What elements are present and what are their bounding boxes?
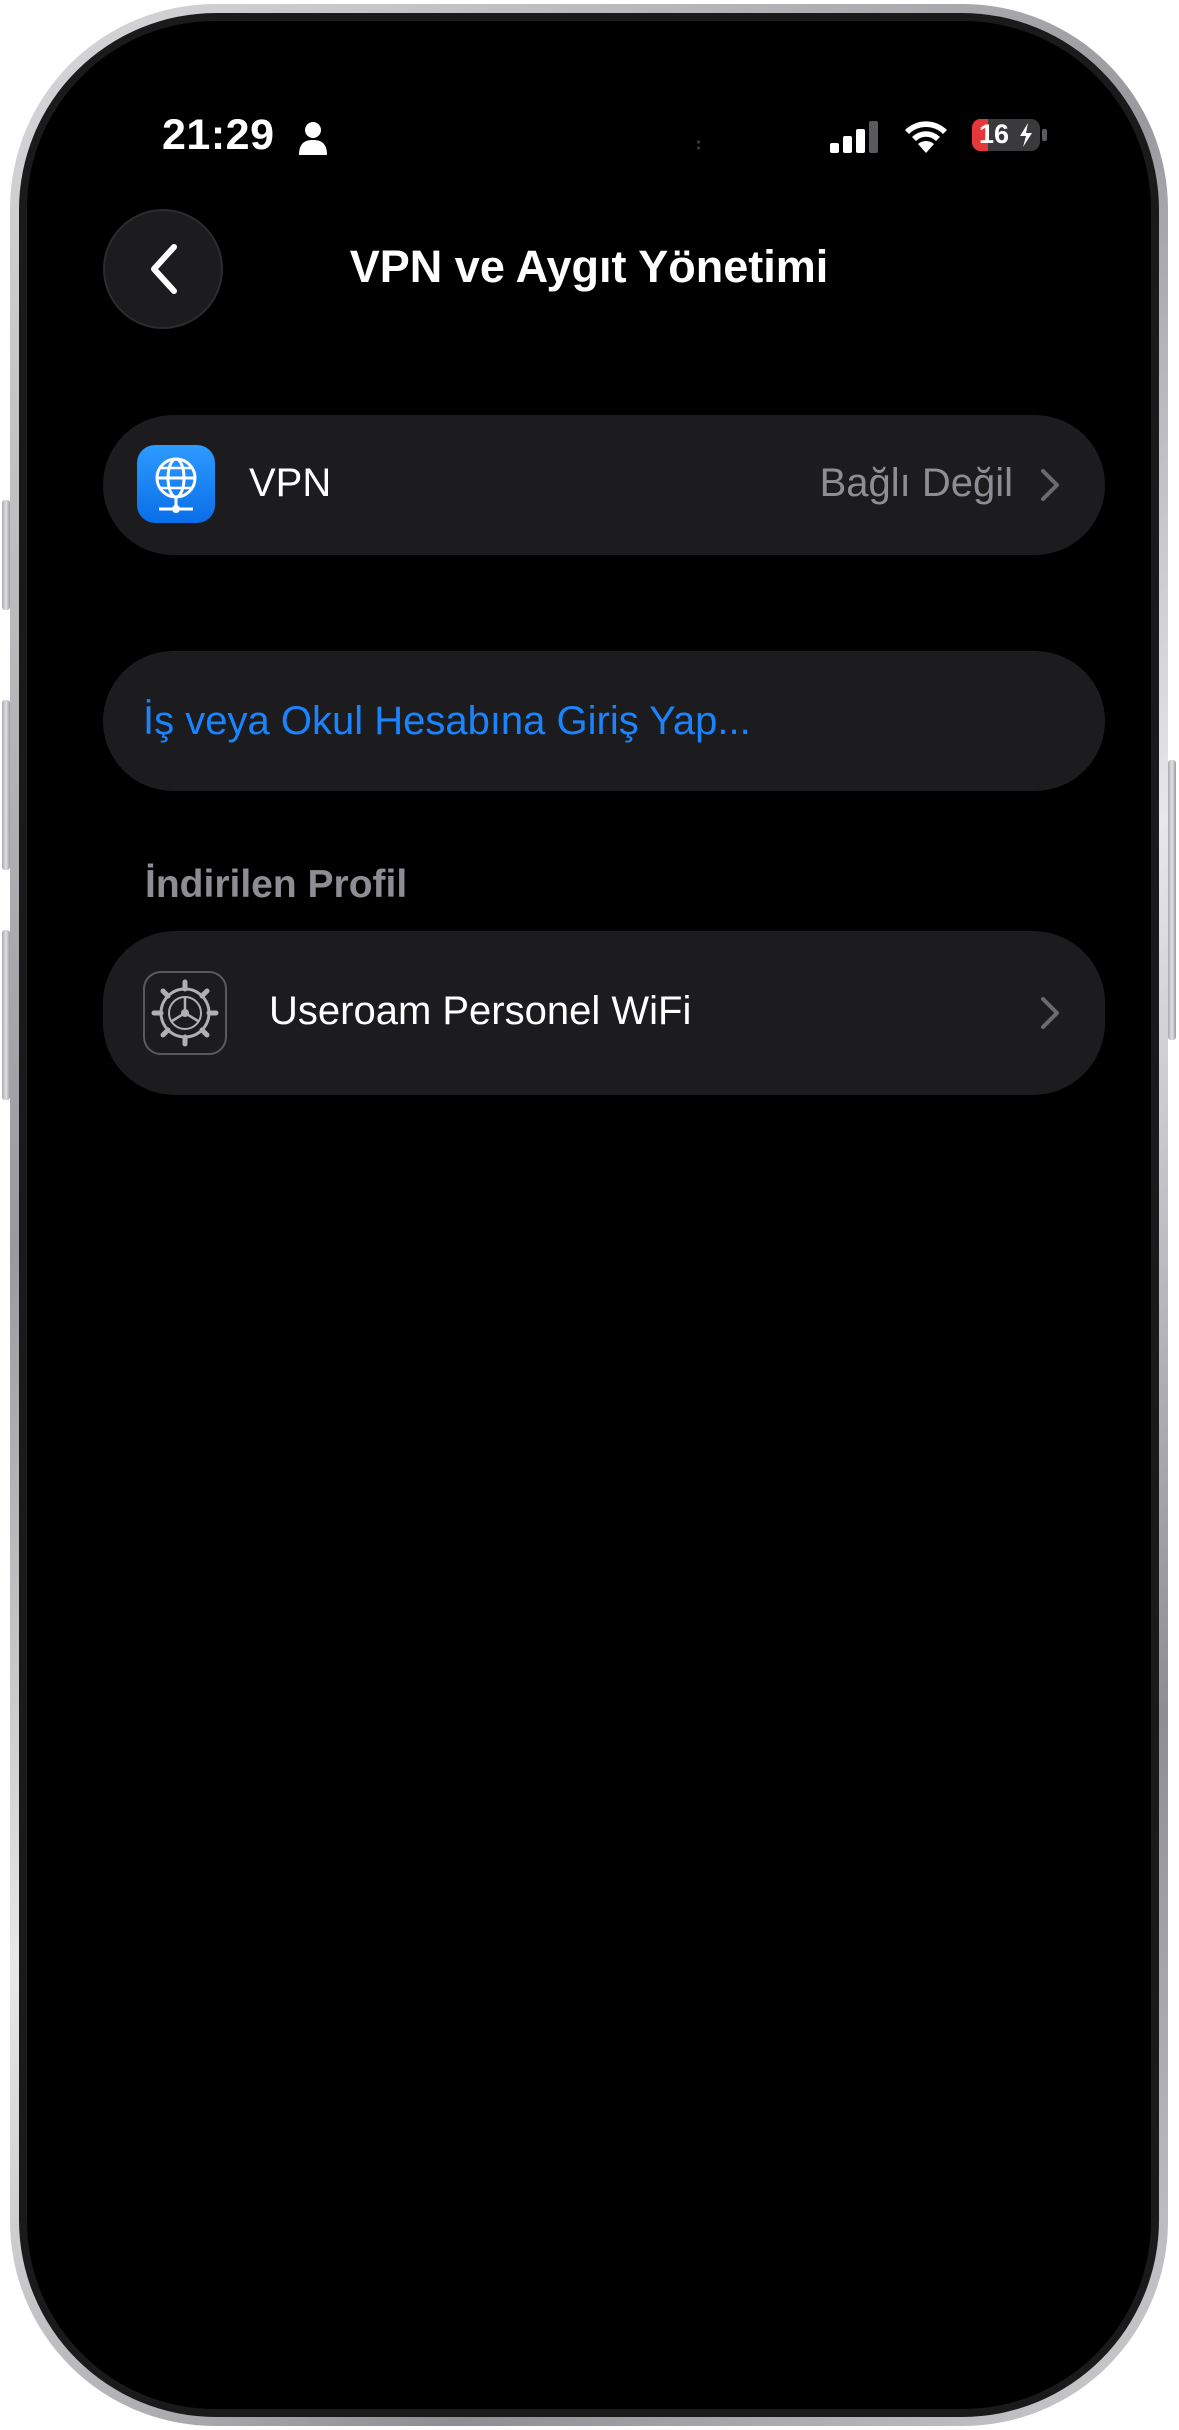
profile-row[interactable]: Useroam Personel WiFi: [103, 931, 1105, 1095]
vpn-status: Bağlı Değil: [819, 461, 1013, 505]
vpn-row[interactable]: VPN Bağlı Değil: [103, 415, 1105, 555]
screen: 21:29 16 VPN ve Aygıt Yönetimi VPN Bağlı…: [27, 21, 1151, 2409]
settings-gear-icon: [143, 971, 227, 1055]
wifi-icon: [905, 121, 947, 153]
volume-up-button: [2, 700, 10, 870]
globe-network-icon: [137, 445, 215, 523]
action-button: [2, 500, 10, 610]
person-icon: [299, 122, 327, 155]
volume-down-button: [2, 930, 10, 1100]
work-school-signin-button[interactable]: İş veya Okul Hesabına Giriş Yap...: [103, 651, 1105, 791]
dynamic-island-indicator: [696, 140, 701, 150]
signin-label: İş veya Okul Hesabına Giriş Yap...: [143, 699, 751, 743]
status-time: 21:29: [162, 111, 275, 159]
chevron-right-icon: [1041, 997, 1059, 1029]
cellular-signal-icon: [830, 121, 878, 153]
profile-label: Useroam Personel WiFi: [269, 989, 692, 1033]
battery-level: 16: [979, 119, 1010, 149]
section-header-downloaded-profile: İndirilen Profil: [145, 863, 408, 906]
phone-bezel: 21:29 16 VPN ve Aygıt Yönetimi VPN Bağlı…: [19, 13, 1159, 2417]
side-button: [1168, 760, 1176, 1040]
page-title: VPN ve Aygıt Yönetimi: [349, 241, 829, 292]
vpn-label: VPN: [249, 461, 332, 505]
chevron-right-icon: [1041, 469, 1059, 501]
phone-frame: 21:29 16 VPN ve Aygıt Yönetimi VPN Bağlı…: [10, 4, 1168, 2426]
status-bar: 21:29 16: [27, 111, 1151, 171]
